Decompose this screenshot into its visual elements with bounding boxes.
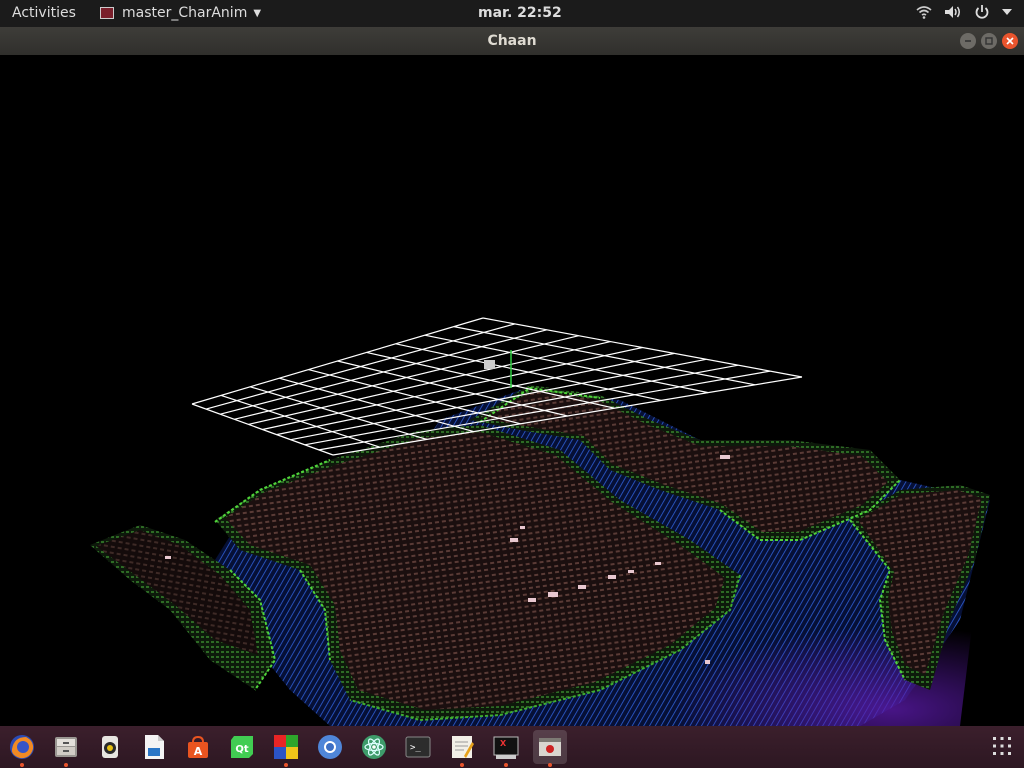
activities-button[interactable]: Activities xyxy=(12,5,76,21)
running-indicator xyxy=(504,763,508,767)
firefox-icon xyxy=(10,735,34,759)
render-viewport[interactable] xyxy=(0,55,1024,726)
window-title: Chaan xyxy=(487,33,537,49)
grid-line xyxy=(424,334,709,394)
minimize-button[interactable] xyxy=(960,33,976,49)
running-indicator xyxy=(284,763,288,767)
dock-qt-creator[interactable]: Qt xyxy=(225,730,259,764)
dock-atom[interactable] xyxy=(357,730,391,764)
svg-text:X: X xyxy=(500,739,507,748)
wifi-icon xyxy=(916,6,932,19)
file-cabinet-icon xyxy=(55,737,77,757)
svg-text:>_: >_ xyxy=(410,743,421,753)
close-icon xyxy=(1006,37,1014,45)
dock-color-app[interactable] xyxy=(269,730,303,767)
app-menu[interactable]: master_CharAnim ▼ xyxy=(100,5,261,21)
running-indicator xyxy=(460,763,464,767)
svg-text:Qt: Qt xyxy=(235,744,249,755)
volume-icon xyxy=(945,6,960,18)
maximize-icon xyxy=(985,37,993,45)
dock-chaan-app[interactable] xyxy=(533,730,567,767)
running-indicator xyxy=(548,763,552,767)
chromium-icon xyxy=(318,735,342,759)
app-menu-label: master_CharAnim xyxy=(122,5,248,21)
shopping-bag-icon: A xyxy=(188,735,208,758)
window-titlebar[interactable]: Chaan xyxy=(0,27,1024,55)
dock-terminal[interactable]: >_ xyxy=(401,730,435,764)
dock-xterm[interactable]: X xyxy=(489,730,523,767)
qt-icon: Qt xyxy=(231,736,253,758)
app-icon xyxy=(100,7,114,19)
atom-icon xyxy=(362,735,386,759)
xterm-icon: X xyxy=(493,736,519,759)
running-indicator xyxy=(20,763,24,767)
close-button[interactable] xyxy=(1002,33,1018,49)
running-indicator xyxy=(64,763,68,767)
terrain-scene xyxy=(90,317,990,726)
dock-chromium[interactable] xyxy=(313,730,347,764)
terminal-icon: >_ xyxy=(405,736,431,758)
dock-text-editor[interactable] xyxy=(445,730,479,767)
dock-libreoffice-writer[interactable] xyxy=(137,730,171,764)
minimize-icon xyxy=(965,40,971,42)
grid-line xyxy=(453,326,756,386)
system-tray[interactable] xyxy=(916,4,1012,20)
show-applications-icon[interactable] xyxy=(992,736,1012,756)
dock: A Qt >_ X xyxy=(0,726,1024,768)
speaker-icon xyxy=(102,736,118,758)
clock[interactable]: mar. 22:52 xyxy=(478,5,562,21)
chevron-down-icon xyxy=(1002,9,1012,15)
dock-software-center[interactable]: A xyxy=(181,730,215,764)
dock-rhythmbox[interactable] xyxy=(93,730,127,764)
top-bar: Activities master_CharAnim ▼ mar. 22:52 xyxy=(0,0,1024,27)
svg-text:A: A xyxy=(194,745,203,758)
maximize-button[interactable] xyxy=(981,33,997,49)
dock-firefox[interactable] xyxy=(5,730,39,767)
notepad-icon xyxy=(452,736,474,758)
document-icon xyxy=(145,735,164,759)
dock-files[interactable] xyxy=(49,730,83,767)
application-window-icon xyxy=(539,738,561,756)
color-grid-icon xyxy=(274,735,298,759)
power-icon xyxy=(975,5,989,19)
chevron-down-icon: ▼ xyxy=(253,7,262,19)
